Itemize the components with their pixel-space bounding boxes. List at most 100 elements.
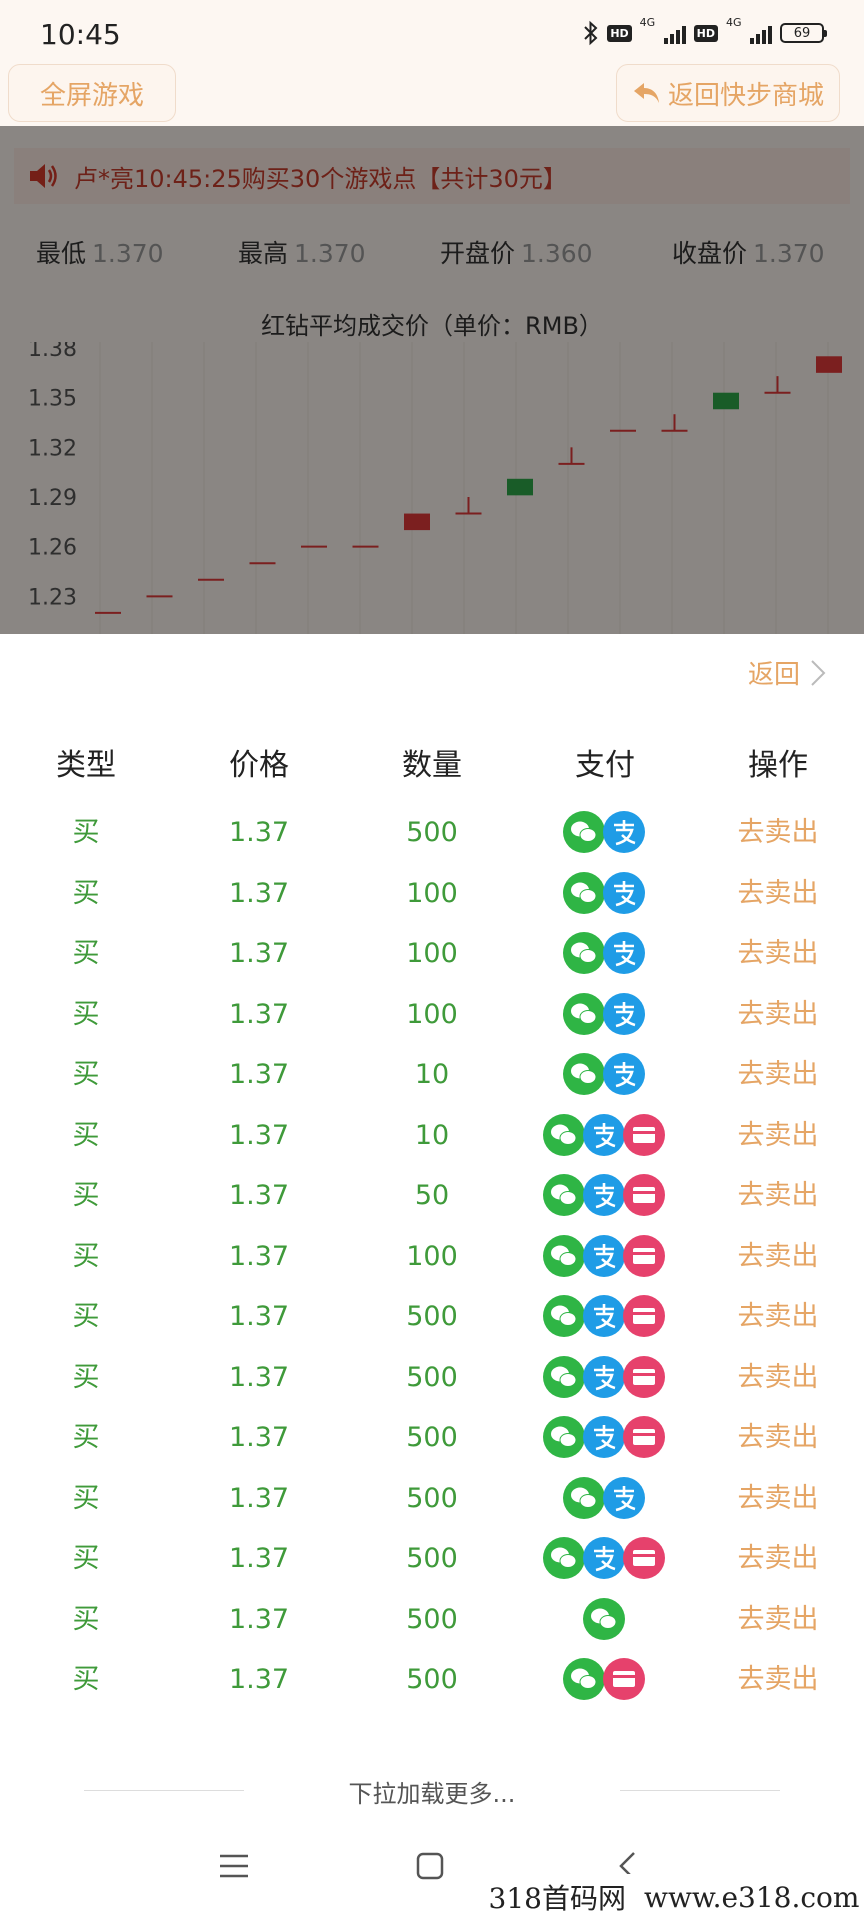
row-type: 买 bbox=[72, 938, 100, 969]
row-price: 1.37 bbox=[228, 938, 290, 969]
table-row: 买 1.37 500 去卖出 bbox=[0, 1651, 864, 1712]
sell-button[interactable]: 去卖出 bbox=[698, 998, 858, 1032]
row-payment-methods bbox=[525, 1295, 685, 1337]
sell-button[interactable]: 去卖出 bbox=[698, 1663, 858, 1697]
sell-button[interactable]: 去卖出 bbox=[698, 1300, 858, 1334]
status-icons: HD 4G HD 4G 69 bbox=[583, 16, 827, 46]
row-payment-methods bbox=[525, 811, 685, 853]
load-more[interactable]: 下拉加载更多... bbox=[0, 1770, 864, 1810]
battery-icon: 69 bbox=[780, 23, 827, 43]
fullscreen-game-button[interactable]: 全屏游戏 bbox=[8, 64, 176, 122]
header-payment: 支付 bbox=[575, 748, 635, 783]
wechat-pay-icon bbox=[563, 871, 605, 914]
table-row: 买 1.37 500 去卖出 bbox=[0, 1409, 864, 1470]
row-price: 1.37 bbox=[228, 817, 290, 848]
hd-badge: HD bbox=[607, 24, 632, 42]
wechat-pay-icon bbox=[543, 1355, 585, 1398]
watermark-right: www.e318.com bbox=[643, 1880, 860, 1914]
orders-sheet: 返回 类型 价格 数量 支付 操作 买 1.37 500 去卖出买 1.37 100 去卖出… bbox=[0, 634, 864, 1920]
card-pay-icon bbox=[623, 1174, 665, 1216]
sell-button[interactable]: 去卖出 bbox=[698, 1058, 858, 1092]
row-type: 买 bbox=[72, 1482, 100, 1514]
sheet-back-label: 返回 bbox=[747, 660, 800, 690]
table-row: 买 1.37 100 去卖出 bbox=[0, 925, 864, 986]
table-row: 买 1.37 10 去卖出 bbox=[0, 1107, 864, 1168]
card-pay-icon bbox=[623, 1234, 665, 1277]
row-price: 1.37 bbox=[228, 877, 290, 909]
sell-button[interactable]: 去卖出 bbox=[698, 1542, 858, 1576]
header-price: 价格 bbox=[229, 748, 289, 783]
row-price: 1.37 bbox=[228, 1603, 290, 1635]
row-type: 买 bbox=[72, 1422, 100, 1453]
row-quantity: 100 bbox=[406, 1240, 458, 1272]
table-row: 买 1.37 10 去卖出 bbox=[0, 1046, 864, 1107]
card-pay-icon bbox=[623, 1295, 665, 1337]
alipay-pay-icon bbox=[583, 1295, 625, 1337]
table-row: 买 1.37 500 去卖出 bbox=[0, 1591, 864, 1652]
row-type: 买 bbox=[72, 1059, 100, 1090]
row-payment-methods bbox=[525, 992, 685, 1035]
sell-button[interactable]: 去卖出 bbox=[698, 1482, 858, 1516]
row-payment-methods bbox=[525, 1597, 685, 1640]
row-type: 买 bbox=[72, 1603, 100, 1635]
wechat-pay-icon bbox=[563, 1053, 605, 1095]
row-type: 买 bbox=[72, 1119, 100, 1151]
card-pay-icon bbox=[603, 1658, 645, 1700]
alipay-pay-icon bbox=[603, 811, 645, 853]
row-quantity: 500 bbox=[406, 1301, 458, 1332]
table-row: 买 1.37 500 去卖出 bbox=[0, 1530, 864, 1591]
row-payment-methods bbox=[525, 1113, 685, 1156]
sheet-back-button[interactable]: 返回 bbox=[748, 654, 828, 691]
table-row: 买 1.37 100 去卖出 bbox=[0, 865, 864, 926]
row-type: 买 bbox=[72, 817, 100, 848]
sell-button[interactable]: 去卖出 bbox=[698, 1119, 858, 1153]
wechat-pay-icon bbox=[543, 1416, 585, 1458]
sell-button[interactable]: 去卖出 bbox=[698, 877, 858, 911]
row-quantity: 500 bbox=[406, 1543, 458, 1574]
row-type: 买 bbox=[72, 1180, 100, 1211]
battery-level: 69 bbox=[793, 25, 811, 41]
card-pay-icon bbox=[623, 1537, 665, 1579]
row-quantity: 500 bbox=[406, 1603, 458, 1635]
sell-button[interactable]: 去卖出 bbox=[698, 1421, 858, 1455]
row-payment-methods bbox=[525, 1174, 685, 1216]
bluetooth-icon bbox=[584, 20, 598, 46]
row-quantity: 10 bbox=[414, 1059, 450, 1090]
signal-icon-2: 4G bbox=[726, 16, 772, 44]
row-payment-methods bbox=[525, 1476, 685, 1519]
sell-button[interactable]: 去卖出 bbox=[698, 816, 858, 850]
wechat-pay-icon bbox=[563, 1476, 605, 1519]
row-payment-methods bbox=[525, 1658, 685, 1700]
sell-button[interactable]: 去卖出 bbox=[698, 1240, 858, 1274]
sell-button[interactable]: 去卖出 bbox=[698, 1603, 858, 1637]
sell-button[interactable]: 去卖出 bbox=[698, 1361, 858, 1395]
alipay-pay-icon bbox=[603, 932, 645, 974]
status-bar: 10:45 HD 4G HD 4G 69 bbox=[0, 0, 864, 62]
row-price: 1.37 bbox=[228, 1543, 290, 1574]
row-quantity: 500 bbox=[406, 817, 458, 848]
wechat-pay-icon bbox=[563, 811, 605, 853]
row-price: 1.37 bbox=[228, 1119, 290, 1151]
home-icon[interactable] bbox=[414, 1850, 446, 1882]
alipay-pay-icon bbox=[603, 871, 645, 914]
divider-right bbox=[620, 1790, 780, 1791]
row-payment-methods bbox=[525, 871, 685, 914]
menu-icon[interactable] bbox=[218, 1850, 250, 1882]
wechat-pay-icon bbox=[583, 1597, 625, 1640]
alipay-pay-icon bbox=[583, 1416, 625, 1458]
wechat-pay-icon bbox=[543, 1234, 585, 1277]
row-type: 买 bbox=[72, 1240, 100, 1272]
dim-overlay[interactable] bbox=[0, 126, 864, 634]
table-header: 类型 价格 数量 支付 操作 bbox=[0, 740, 864, 784]
sell-button[interactable]: 去卖出 bbox=[698, 937, 858, 971]
hd-badge-2: HD bbox=[693, 24, 718, 42]
back-to-mall-button[interactable]: 返回快步商城 bbox=[616, 64, 840, 122]
row-payment-methods bbox=[525, 1537, 685, 1579]
alipay-pay-icon bbox=[583, 1234, 625, 1277]
status-time: 10:45 bbox=[40, 18, 121, 51]
row-type: 买 bbox=[72, 1301, 100, 1332]
sell-button[interactable]: 去卖出 bbox=[698, 1179, 858, 1213]
row-type: 买 bbox=[72, 877, 100, 909]
watermark-left: 318首码网 bbox=[488, 1882, 626, 1915]
wechat-pay-icon bbox=[543, 1174, 585, 1216]
